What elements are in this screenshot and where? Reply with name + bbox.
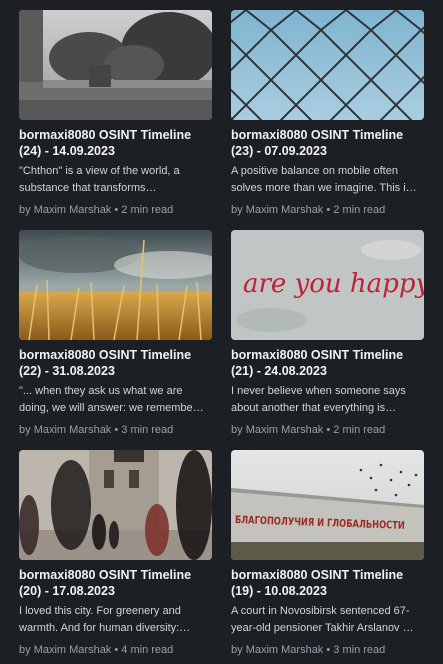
meta-separator: • xyxy=(114,424,119,436)
post-meta: by Maxim Marshak • 2 min read xyxy=(231,423,424,437)
post-title[interactable]: bormaxi8080 OSINT Timeline (22) - 31.08.… xyxy=(19,347,212,379)
meta-separator: • xyxy=(114,644,119,656)
post-card[interactable]: bormaxi8080 OSINT Timeline (22) - 31.08.… xyxy=(19,230,212,437)
post-thumbnail[interactable] xyxy=(19,230,212,340)
meta-separator: • xyxy=(326,644,331,656)
meta-separator: • xyxy=(114,204,119,216)
post-card[interactable]: bormaxi8080 OSINT Timeline (24) - 14.09.… xyxy=(19,10,212,217)
post-thumbnail[interactable]: are you happy? xyxy=(231,230,424,340)
read-time: 2 min read xyxy=(121,204,174,216)
byline-prefix: by xyxy=(19,644,31,656)
post-thumbnail[interactable] xyxy=(231,10,424,120)
post-card[interactable]: are you happy? bormaxi8080 OSINT Timelin… xyxy=(231,230,424,437)
post-excerpt: I loved this city. For greenery and warm… xyxy=(19,605,191,634)
bw-rooftop-image xyxy=(19,10,212,120)
post-excerpt: A court in Novosibirsk sentenced 67-year… xyxy=(231,605,414,634)
meta-separator: • xyxy=(326,204,331,216)
read-time: 3 min read xyxy=(333,644,386,656)
post-title[interactable]: bormaxi8080 OSINT Timeline (19) - 10.08.… xyxy=(231,567,424,599)
post-thumbnail[interactable] xyxy=(19,10,212,120)
chainlink-fence-image xyxy=(231,10,424,120)
meta-separator: • xyxy=(326,424,331,436)
byline-prefix: by xyxy=(231,424,243,436)
byline-prefix: by xyxy=(19,204,31,216)
author-link[interactable]: Maxim Marshak xyxy=(246,424,324,436)
author-link[interactable]: Maxim Marshak xyxy=(34,204,112,216)
post-excerpt: "Chthon" is a view of the world, a subst… xyxy=(19,165,180,194)
post-card[interactable]: bormaxi8080 OSINT Timeline (20) - 17.08.… xyxy=(19,450,212,657)
wheat-field-image xyxy=(19,230,212,340)
post-grid: bormaxi8080 OSINT Timeline (24) - 14.09.… xyxy=(0,0,443,664)
read-time: 3 min read xyxy=(121,424,174,436)
post-title[interactable]: bormaxi8080 OSINT Timeline (20) - 17.08.… xyxy=(19,567,212,599)
wall-slogan-image: БЛАГОПОЛУЧИЯ И ГЛОБАЛЬНОСТИ xyxy=(231,450,424,560)
post-excerpt: A positive balance on mobile often solve… xyxy=(231,165,417,194)
post-meta: by Maxim Marshak • 4 min read xyxy=(19,643,212,657)
post-card[interactable]: БЛАГОПОЛУЧИЯ И ГЛОБАЛЬНОСТИ bormaxi8080 … xyxy=(231,450,424,657)
post-meta: by Maxim Marshak • 3 min read xyxy=(19,423,212,437)
post-meta: by Maxim Marshak • 3 min read xyxy=(231,643,424,657)
read-time: 2 min read xyxy=(333,204,386,216)
read-time: 2 min read xyxy=(333,424,386,436)
author-link[interactable]: Maxim Marshak xyxy=(34,644,112,656)
post-meta: by Maxim Marshak • 2 min read xyxy=(19,203,212,217)
read-time: 4 min read xyxy=(121,644,174,656)
post-card[interactable]: bormaxi8080 OSINT Timeline (23) - 07.09.… xyxy=(231,10,424,217)
author-link[interactable]: Maxim Marshak xyxy=(34,424,112,436)
post-title[interactable]: bormaxi8080 OSINT Timeline (23) - 07.09.… xyxy=(231,127,424,159)
author-link[interactable]: Maxim Marshak xyxy=(246,644,324,656)
post-meta: by Maxim Marshak • 2 min read xyxy=(231,203,424,217)
author-link[interactable]: Maxim Marshak xyxy=(246,204,324,216)
graffiti-wall-image: are you happy? xyxy=(231,230,424,340)
post-excerpt: "... when they ask us what we are doing,… xyxy=(19,385,204,414)
post-thumbnail[interactable]: БЛАГОПОЛУЧИЯ И ГЛОБАЛЬНОСТИ xyxy=(231,450,424,560)
blurred-street-image xyxy=(19,450,212,560)
post-excerpt: I never believe when someone says about … xyxy=(231,385,406,414)
post-title[interactable]: bormaxi8080 OSINT Timeline (21) - 24.08.… xyxy=(231,347,424,379)
byline-prefix: by xyxy=(231,644,243,656)
byline-prefix: by xyxy=(231,204,243,216)
byline-prefix: by xyxy=(19,424,31,436)
graffiti-text: are you happy? xyxy=(243,269,424,299)
post-thumbnail[interactable] xyxy=(19,450,212,560)
post-title[interactable]: bormaxi8080 OSINT Timeline (24) - 14.09.… xyxy=(19,127,212,159)
